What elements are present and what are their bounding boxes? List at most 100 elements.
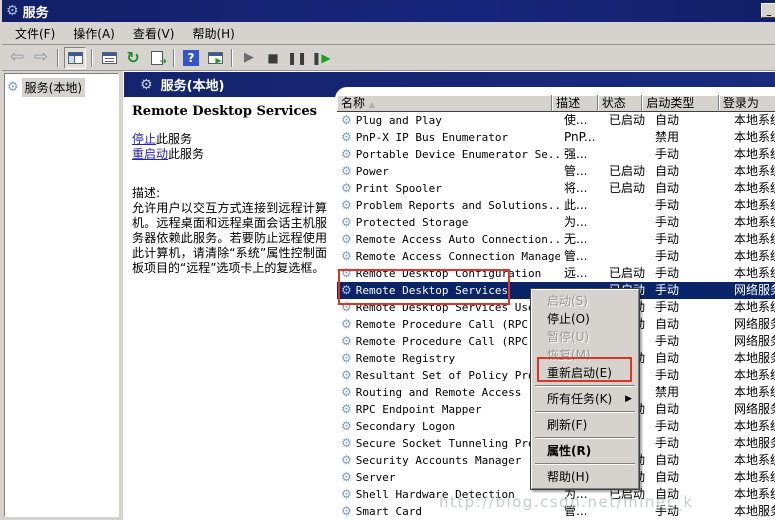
- service-gear-icon: ⚙: [341, 216, 352, 229]
- export-list-button[interactable]: [146, 47, 168, 69]
- start-service-button[interactable]: ▶: [238, 47, 260, 69]
- stop-service-button[interactable]: ■: [262, 47, 284, 69]
- service-status-cell: 已启动: [607, 112, 653, 129]
- service-startup-cell: 手动: [653, 146, 732, 163]
- table-row[interactable]: ⚙Remote Access Connection Manager管...手动本…: [337, 248, 775, 265]
- service-name: Server: [356, 469, 396, 486]
- service-name-cell: ⚙ Secondary Logon: [337, 418, 560, 435]
- menu-item-暂停U[interactable]: 暂停(U): [533, 328, 637, 346]
- column-header-4[interactable]: 登录为: [719, 95, 775, 112]
- service-status-cell: [607, 146, 653, 163]
- service-logon-cell: 本地系统: [732, 384, 775, 401]
- service-name-cell: ⚙Resultant Set of Policy Prov: [337, 367, 560, 384]
- service-startup-cell: 手动: [653, 367, 732, 384]
- menu-item-属性R[interactable]: 属性(R): [533, 442, 637, 460]
- service-name-cell: ⚙ Server: [337, 469, 560, 486]
- table-row[interactable]: ⚙Plug and Play使...已启动自动本地系统: [337, 112, 775, 129]
- menu-file[interactable]: 文件(F): [6, 23, 64, 44]
- forward-arrow-icon: ⇨: [34, 49, 48, 66]
- refresh-icon: ↻: [126, 48, 139, 67]
- stop-service-link[interactable]: 停止: [132, 132, 156, 146]
- table-row[interactable]: ⚙Problem Reports and Solutions...此...手动本…: [337, 197, 775, 214]
- service-gear-icon: ⚙: [341, 114, 352, 127]
- service-logon-cell: 本地系统: [732, 367, 775, 384]
- service-logon-cell: 本地服务: [732, 435, 775, 452]
- restart-service-suffix: 此服务: [168, 147, 204, 161]
- service-logon-cell: 网络服务: [732, 316, 775, 333]
- menu-action[interactable]: 操作(A): [64, 23, 124, 44]
- table-row[interactable]: ⚙Portable Device Enumerator Se...强...手动本…: [337, 146, 775, 163]
- pause-service-button[interactable]: ❚❚: [286, 47, 308, 69]
- restart-service-button[interactable]: ❚▶: [310, 47, 332, 69]
- menu-separator: [535, 437, 635, 439]
- service-name-cell: ⚙Portable Device Enumerator Se...: [337, 146, 560, 163]
- menu-item-启动S[interactable]: 启动(S): [533, 292, 637, 310]
- refresh-button[interactable]: ↻: [122, 47, 144, 69]
- title-bar[interactable]: ⚙ 服务 _: [2, 0, 775, 22]
- menu-help[interactable]: 帮助(H): [183, 23, 243, 44]
- menu-item-所有任务K[interactable]: 所有任务(K)▶: [533, 390, 637, 408]
- service-startup-cell: 手动: [653, 282, 732, 299]
- service-startup-cell: 手动: [653, 418, 732, 435]
- stop-service-icon: ■: [267, 51, 278, 65]
- restart-service-link[interactable]: 重启动: [132, 147, 168, 161]
- menu-view[interactable]: 查看(V): [124, 23, 184, 44]
- service-name-cell: ⚙Remote Procedure Call (RPC): [337, 316, 560, 333]
- service-startup-cell: 自动: [653, 316, 732, 333]
- service-gear-icon: ⚙: [341, 420, 352, 433]
- extended-view-icon: [208, 52, 223, 64]
- column-header-0[interactable]: 名称 ▲: [337, 95, 552, 112]
- tree-item-services-local[interactable]: ⚙ 服务(本地): [7, 78, 116, 97]
- minimize-button[interactable]: _: [761, 3, 775, 18]
- show-console-tree-button[interactable]: [64, 47, 86, 69]
- properties-button[interactable]: [98, 47, 120, 69]
- service-logon-cell: 本地系统: [732, 180, 775, 197]
- service-name: Security Accounts Manager: [356, 452, 522, 469]
- service-desc-cell: 管...: [560, 163, 607, 180]
- service-name: Secondary Logon: [356, 418, 455, 435]
- service-startup-cell: 自动: [653, 112, 732, 129]
- help-button[interactable]: ?: [180, 47, 202, 69]
- show-extended-view-button[interactable]: [204, 47, 226, 69]
- back-button[interactable]: ⇦: [6, 47, 28, 69]
- service-startup-cell: 手动: [653, 333, 732, 350]
- service-name-cell: ⚙Secure Socket Tunneling Prot: [337, 435, 560, 452]
- service-name: Portable Device Enumerator Se...: [356, 146, 560, 163]
- service-name: Resultant Set of Policy Prov: [356, 367, 541, 384]
- table-row[interactable]: ⚙PnP-X IP Bus EnumeratorPnP...禁用本地系统: [337, 129, 775, 146]
- restart-service-line: 重启动此服务: [132, 147, 327, 162]
- service-name-cell: ⚙Remote Registry: [337, 350, 560, 367]
- service-name-cell: ⚙RPC Endpoint Mapper: [337, 401, 560, 418]
- description-text: 允许用户以交互方式连接到远程计算机。远程桌面和远程桌面会话主机服务器依赖此服务。…: [132, 201, 327, 276]
- table-row[interactable]: ⚙Remote Access Auto Connection...无...手动本…: [337, 231, 775, 248]
- service-logon-cell: 本地系统: [732, 197, 775, 214]
- menu-item-刷新F[interactable]: 刷新(F): [533, 416, 637, 434]
- service-logon-cell: 本地系统: [732, 265, 775, 282]
- menu-item-帮助H[interactable]: 帮助(H): [533, 468, 637, 486]
- service-gear-icon: ⚙: [341, 131, 352, 144]
- service-startup-cell: 手动: [653, 299, 732, 316]
- service-logon-cell: 本地系统: [732, 469, 775, 486]
- menu-separator: [535, 411, 635, 413]
- band-title: 服务(本地): [161, 75, 225, 94]
- service-startup-cell: 自动: [653, 350, 732, 367]
- service-logon-cell: 本地系统: [732, 163, 775, 180]
- service-startup-cell: 手动: [653, 197, 732, 214]
- table-row[interactable]: ⚙Protected Storage为...手动本地系统: [337, 214, 775, 231]
- toolbar: ⇦ ⇨ ↻ ? ▶ ■ ❚❚ ❚▶: [2, 45, 775, 71]
- toolbar-separator: [91, 49, 93, 67]
- menu-item-停止O[interactable]: 停止(O): [533, 310, 637, 328]
- app-gear-icon: ⚙: [6, 4, 19, 18]
- forward-button[interactable]: ⇨: [30, 47, 52, 69]
- column-header-1[interactable]: 描述: [552, 95, 598, 112]
- column-header-3[interactable]: 启动类型: [642, 95, 718, 112]
- service-name: Print Spooler: [356, 180, 442, 197]
- service-startup-cell: 自动: [653, 452, 732, 469]
- table-row[interactable]: ⚙Power管...已启动自动本地系统: [337, 163, 775, 180]
- service-gear-icon: ⚙: [341, 471, 352, 484]
- service-gear-icon: ⚙: [341, 386, 352, 399]
- console-tree-panel: ⚙ 服务(本地): [4, 73, 119, 517]
- column-header-2[interactable]: 状态: [598, 95, 643, 112]
- table-row[interactable]: ⚙Print Spooler将...已启动自动本地系统: [337, 180, 775, 197]
- service-name-cell: ⚙PnP-X IP Bus Enumerator: [337, 129, 560, 146]
